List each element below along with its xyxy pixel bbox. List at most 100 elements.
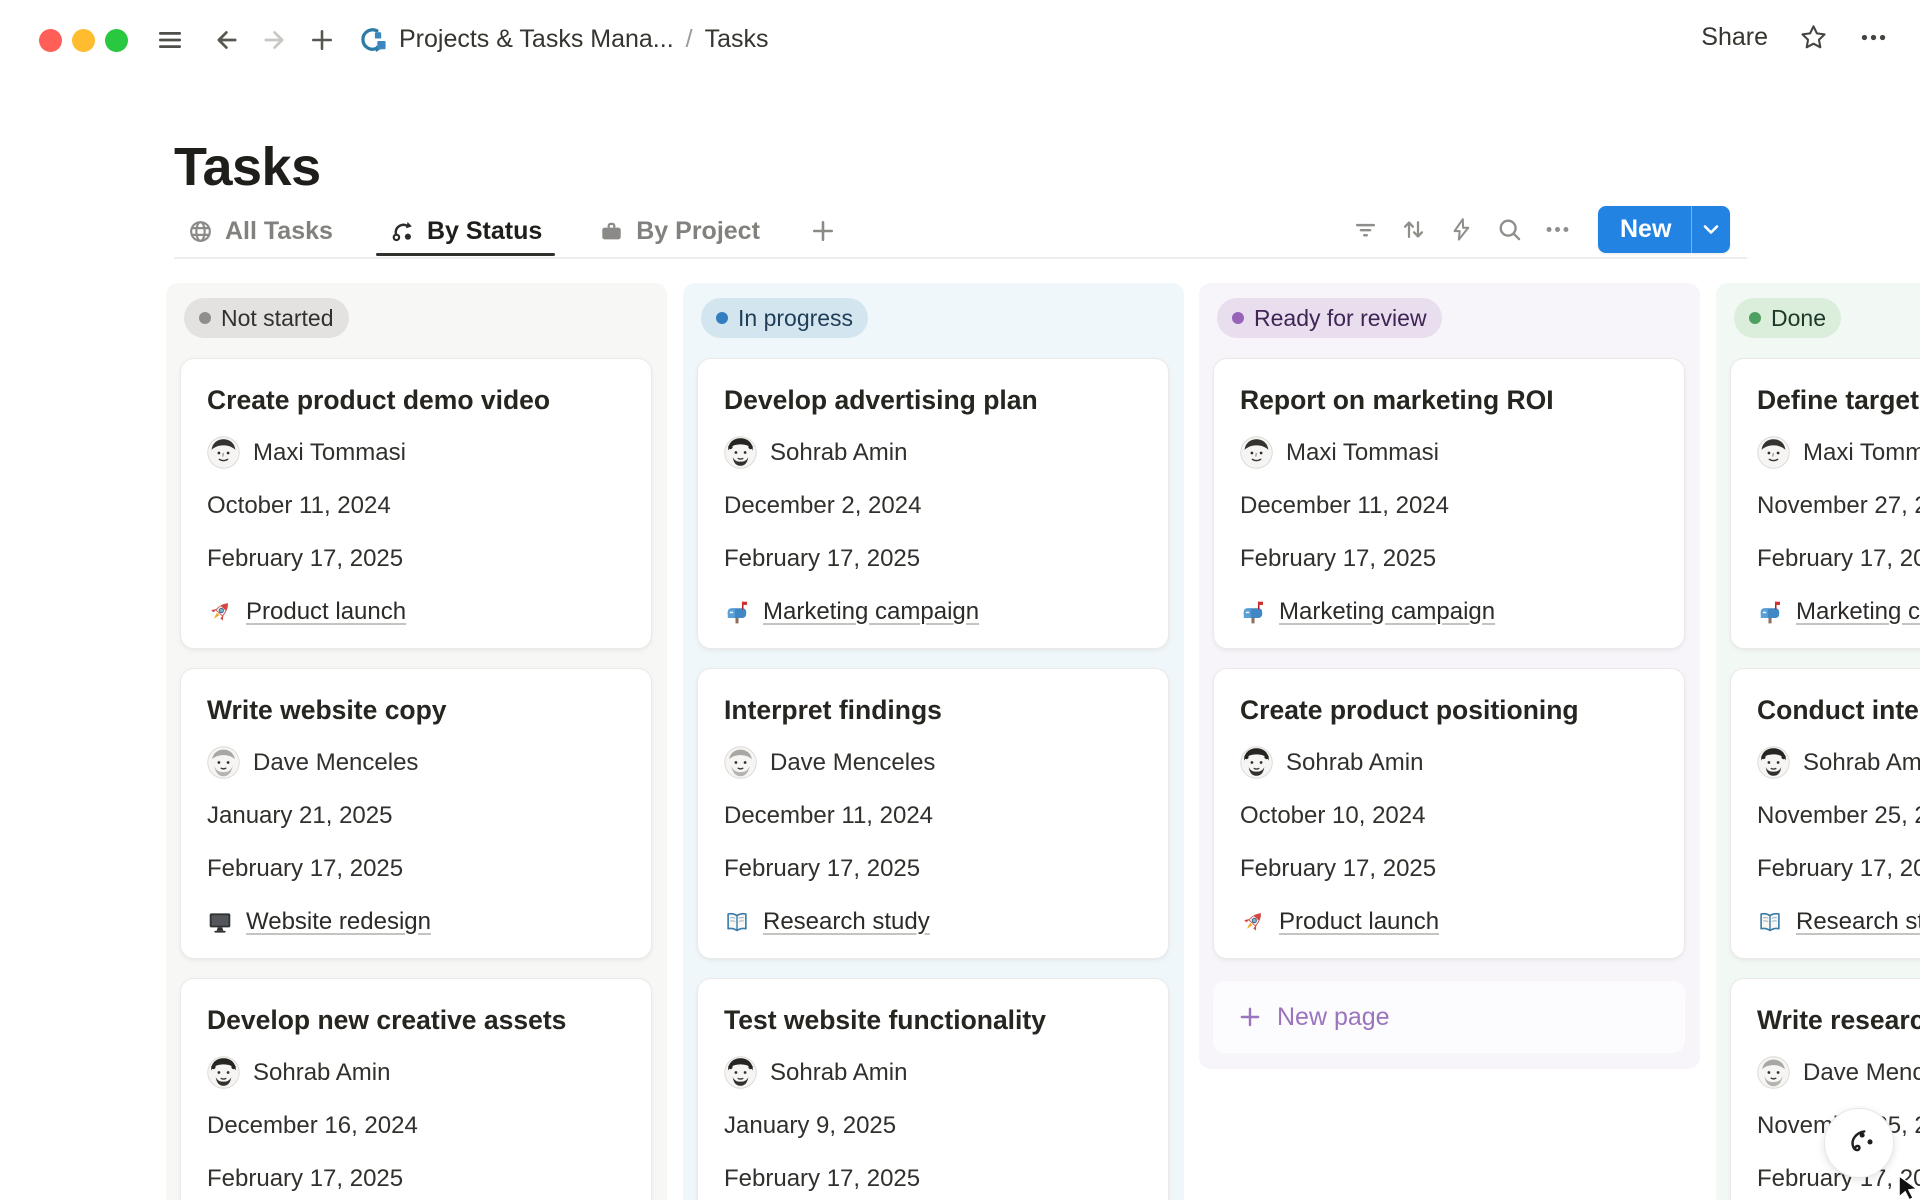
- task-card[interactable]: Define target audience Maxi Tommasi Nove…: [1730, 358, 1920, 649]
- assignee-name: Sohrab Amin: [1286, 749, 1423, 777]
- status-dot: [1749, 312, 1761, 324]
- avatar: [1757, 1056, 1790, 1089]
- assignee-name: Dave Menceles: [253, 749, 418, 777]
- task-title: Test website functionality: [724, 1003, 1142, 1037]
- due-date: February 17, 2025: [1240, 852, 1658, 885]
- forward-icon[interactable]: [260, 26, 288, 54]
- task-title: Conduct interviews: [1757, 693, 1920, 727]
- task-card[interactable]: Create product positioning Sohrab Amin O…: [1213, 668, 1685, 959]
- monitor-icon: [207, 909, 233, 935]
- breadcrumb-workspace[interactable]: Projects & Tasks Mana...: [399, 25, 674, 54]
- minimize-window-button[interactable]: [72, 29, 95, 52]
- task-card[interactable]: Create product demo video Maxi Tommasi O…: [180, 358, 652, 649]
- start-date: January 9, 2025: [724, 1109, 1142, 1142]
- page-more-options-icon[interactable]: [1859, 23, 1888, 52]
- new-button-label[interactable]: New: [1598, 206, 1691, 253]
- start-date: November 25, 2024: [1757, 799, 1920, 832]
- close-window-button[interactable]: [39, 29, 62, 52]
- book-icon: [724, 909, 750, 935]
- task-title: Create product positioning: [1240, 693, 1658, 727]
- filter-icon[interactable]: [1352, 216, 1379, 243]
- assignee-name: Dave Menceles: [770, 749, 935, 777]
- project-link[interactable]: Product launch: [207, 595, 625, 628]
- board-column-in-progress: In progress Develop advertising plan Soh…: [683, 283, 1184, 1200]
- tab-all-tasks[interactable]: All Tasks: [174, 205, 346, 257]
- share-button[interactable]: Share: [1701, 23, 1768, 52]
- start-date: November 27, 2024: [1757, 489, 1920, 522]
- notion-ai-button[interactable]: [1824, 1108, 1894, 1178]
- view-more-options-icon[interactable]: [1544, 216, 1571, 243]
- project-link[interactable]: Product launch: [1240, 905, 1658, 938]
- briefcase-icon: [598, 218, 625, 245]
- task-card[interactable]: Test website functionality Sohrab Amin J…: [697, 978, 1169, 1200]
- task-title: Report on marketing ROI: [1240, 383, 1658, 417]
- project-link[interactable]: Marketing campaign: [1240, 595, 1658, 628]
- sidebar-menu-icon[interactable]: [156, 26, 184, 54]
- assignee-name: Sohrab Amin: [1803, 749, 1920, 777]
- ai-face-icon: [1838, 1122, 1880, 1164]
- due-date: February 17, 2025: [207, 852, 625, 885]
- automation-bolt-icon[interactable]: [1448, 216, 1475, 243]
- avatar: [724, 1056, 757, 1089]
- back-icon[interactable]: [213, 26, 241, 54]
- tab-by-status[interactable]: By Status: [376, 205, 555, 257]
- assignee-row: Dave Menceles: [724, 746, 1142, 779]
- add-view-icon[interactable]: [809, 217, 837, 245]
- tab-by-project[interactable]: By Project: [585, 205, 773, 257]
- new-button-dropdown[interactable]: [1692, 206, 1730, 253]
- task-title: Develop advertising plan: [724, 383, 1142, 417]
- globe-icon: [187, 218, 214, 245]
- mailbox-icon: [724, 599, 750, 625]
- breadcrumb-separator: /: [686, 25, 693, 54]
- status-pill-in-progress[interactable]: In progress: [701, 298, 868, 338]
- avatar: [1757, 436, 1790, 469]
- task-card[interactable]: Develop advertising plan Sohrab Amin Dec…: [697, 358, 1169, 649]
- due-date: February 17, 2025: [724, 852, 1142, 885]
- page-title: Tasks: [174, 136, 321, 198]
- avatar: [207, 746, 240, 779]
- task-card[interactable]: Develop new creative assets Sohrab Amin …: [180, 978, 652, 1200]
- task-card[interactable]: Write research report Dave Menceles Nove…: [1730, 978, 1920, 1200]
- rocket-icon: [207, 599, 233, 625]
- zoom-window-button[interactable]: [105, 29, 128, 52]
- project-link[interactable]: Marketing campaign: [724, 595, 1142, 628]
- status-icon: [389, 218, 416, 245]
- avatar: [1240, 436, 1273, 469]
- avatar: [1240, 746, 1273, 779]
- search-icon[interactable]: [1496, 216, 1523, 243]
- rocket-icon: [1240, 909, 1266, 935]
- mailbox-icon: [1757, 599, 1783, 625]
- project-link[interactable]: Research study: [724, 905, 1142, 938]
- notion-app-window: Projects & Tasks Mana... / Tasks Share T…: [0, 0, 1920, 1200]
- plus-icon: [1237, 1004, 1263, 1030]
- assignee-name: Sohrab Amin: [770, 439, 907, 467]
- due-date: February 17, 2025: [724, 542, 1142, 575]
- project-link[interactable]: Website redesign: [207, 905, 625, 938]
- task-card[interactable]: Write website copy Dave Menceles January…: [180, 668, 652, 959]
- project-link[interactable]: Marketing campaign: [1757, 595, 1920, 628]
- task-title: Define target audience: [1757, 383, 1920, 417]
- sort-icon[interactable]: [1400, 216, 1427, 243]
- board-column-not-started: Not started Create product demo video Ma…: [166, 283, 667, 1200]
- avatar: [207, 436, 240, 469]
- due-date: February 17, 2025: [207, 1162, 625, 1195]
- task-card[interactable]: Conduct interviews Sohrab Amin November …: [1730, 668, 1920, 959]
- breadcrumb-current-page[interactable]: Tasks: [705, 25, 769, 54]
- avatar: [724, 436, 757, 469]
- status-pill-done[interactable]: Done: [1734, 298, 1841, 338]
- new-tab-icon[interactable]: [308, 26, 336, 54]
- assignee-name: Maxi Tommasi: [253, 439, 406, 467]
- favorite-star-icon[interactable]: [1798, 22, 1829, 53]
- assignee-row: Maxi Tommasi: [1240, 436, 1658, 469]
- assignee-row: Sohrab Amin: [1757, 746, 1920, 779]
- task-card[interactable]: Interpret findings Dave Menceles Decembe…: [697, 668, 1169, 959]
- status-pill-not-started[interactable]: Not started: [184, 298, 349, 338]
- new-page-button[interactable]: New page: [1213, 981, 1685, 1053]
- titlebar: Projects & Tasks Mana... / Tasks Share: [0, 0, 1920, 78]
- new-button[interactable]: New: [1598, 206, 1730, 253]
- due-date: February 17, 2025: [1757, 542, 1920, 575]
- due-date: February 17, 2025: [1757, 852, 1920, 885]
- task-card[interactable]: Report on marketing ROI Maxi Tommasi Dec…: [1213, 358, 1685, 649]
- status-pill-ready-for-review[interactable]: Ready for review: [1217, 298, 1442, 338]
- project-link[interactable]: Research study: [1757, 905, 1920, 938]
